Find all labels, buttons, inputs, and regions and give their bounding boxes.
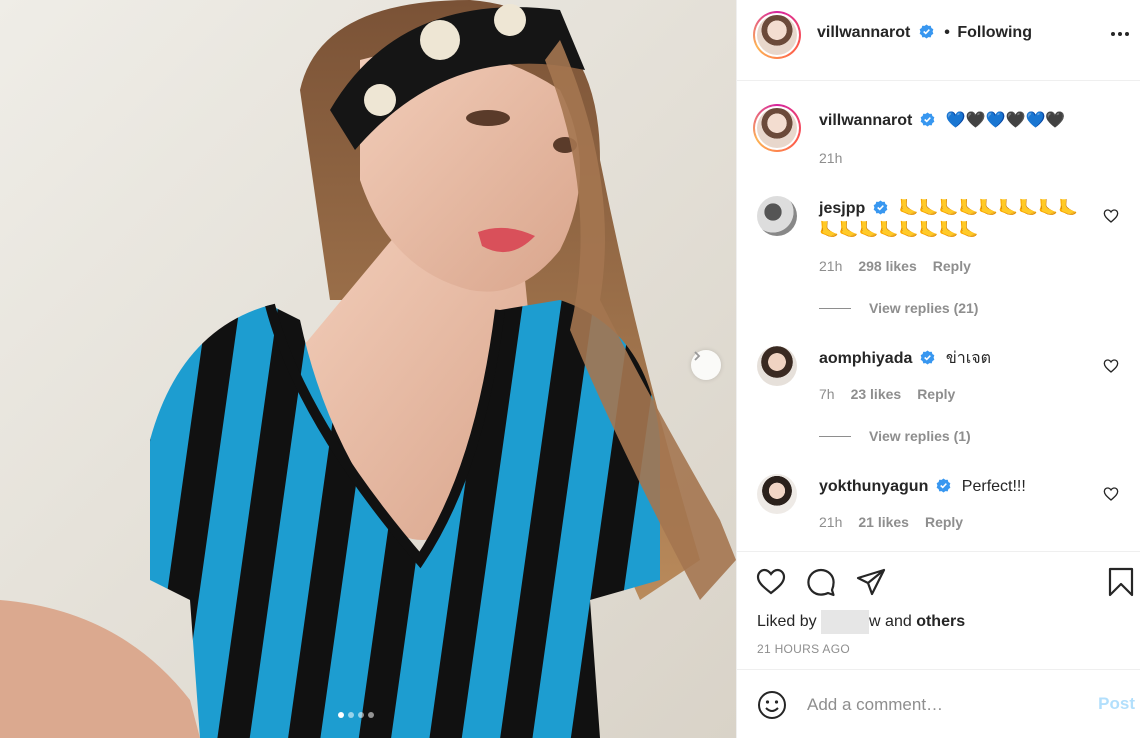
- header-username-line: villwannarot • Following: [817, 24, 1032, 42]
- next-slide-button[interactable]: [691, 350, 721, 380]
- comment-input[interactable]: [807, 692, 1067, 718]
- view-replies-button[interactable]: View replies (1): [819, 428, 971, 444]
- comment-text-block: yokthunyagun Perfect!!!: [819, 476, 1093, 498]
- post-comment-button[interactable]: Post: [1098, 694, 1135, 714]
- heart-icon[interactable]: [755, 566, 787, 598]
- comment-icon[interactable]: [805, 566, 837, 598]
- slide-dot: [368, 712, 374, 718]
- replies-divider: [819, 307, 851, 309]
- comment-text: Perfect!!!: [961, 478, 1026, 495]
- add-comment-bar: Post: [737, 669, 1140, 738]
- post-photo-illustration: [0, 0, 736, 738]
- comment-avatar[interactable]: [757, 474, 797, 514]
- comment-meta: 21h 21 likes Reply: [819, 514, 963, 530]
- reply-button[interactable]: Reply: [925, 514, 963, 530]
- post-sidebar: villwannarot • Following villwannarot 💙🖤…: [736, 0, 1140, 738]
- comment-username[interactable]: yokthunyagun: [819, 478, 928, 495]
- verified-badge-icon: [919, 24, 934, 39]
- view-replies-label: View replies (21): [869, 300, 979, 316]
- slide-dot: [348, 712, 354, 718]
- comment-text: ข่าเจต: [945, 350, 991, 367]
- comment-username[interactable]: aomphiyada: [819, 350, 912, 367]
- post-actions: Liked by w and others 21 HOURS AGO: [737, 551, 1140, 669]
- caption-avatar[interactable]: [753, 104, 801, 152]
- liked-by-line: Liked by w and others: [757, 610, 965, 634]
- liked-by-others[interactable]: others: [916, 613, 965, 630]
- view-replies-button[interactable]: View replies (21): [819, 300, 978, 316]
- comment-avatar[interactable]: [757, 346, 797, 386]
- liked-by-prefix: Liked by: [757, 613, 817, 631]
- bookmark-icon[interactable]: [1105, 566, 1137, 598]
- more-horizontal-icon[interactable]: [1107, 24, 1133, 44]
- comment-time[interactable]: 7h: [819, 386, 835, 402]
- caption-text-line: villwannarot 💙🖤💙🖤💙🖤: [819, 110, 1093, 132]
- slide-dot: [338, 712, 344, 718]
- caption-time[interactable]: 21h: [819, 150, 842, 166]
- smiley-icon[interactable]: [757, 690, 787, 720]
- comment-heart-icon[interactable]: [1103, 486, 1119, 502]
- comment-username[interactable]: jesjpp: [819, 200, 865, 217]
- comment-heart-icon[interactable]: [1103, 208, 1119, 224]
- caption-text: 💙🖤💙🖤💙🖤: [945, 112, 1066, 129]
- header-username[interactable]: villwannarot: [817, 24, 910, 41]
- header-avatar[interactable]: [753, 11, 801, 59]
- liked-by-suffix: w and: [869, 613, 912, 631]
- chevron-right-icon: [694, 351, 701, 361]
- comment-likes[interactable]: 21 likes: [858, 514, 909, 530]
- comment-time[interactable]: 21h: [819, 514, 842, 530]
- view-replies-label: View replies (1): [869, 428, 971, 444]
- comments-list: villwannarot 💙🖤💙🖤💙🖤 21h jesjpp 🦶🦶🦶🦶🦶🦶🦶🦶🦶…: [737, 82, 1140, 550]
- verified-badge-icon: [937, 478, 951, 493]
- following-button[interactable]: Following: [957, 24, 1032, 41]
- verified-badge-icon: [921, 350, 935, 365]
- comment-likes[interactable]: 23 likes: [851, 386, 902, 402]
- post-time[interactable]: 21 HOURS AGO: [757, 642, 850, 656]
- post-photo[interactable]: [0, 0, 736, 738]
- slide-dot: [358, 712, 364, 718]
- comment-text-block: jesjpp 🦶🦶🦶🦶🦶🦶🦶🦶🦶🦶🦶🦶🦶🦶🦶🦶🦶: [819, 198, 1093, 242]
- verified-badge-icon: [921, 112, 935, 127]
- comment-heart-icon[interactable]: [1103, 358, 1119, 374]
- reply-button[interactable]: Reply: [917, 386, 955, 402]
- slide-indicator: [338, 712, 374, 718]
- liked-by-user-redacted[interactable]: [821, 610, 870, 634]
- comment-meta: 21h 298 likes Reply: [819, 258, 971, 274]
- comment-text-block: aomphiyada ข่าเจต: [819, 348, 1093, 370]
- comment-likes[interactable]: 298 likes: [858, 258, 916, 274]
- caption-meta: 21h: [819, 150, 842, 166]
- header-separator: •: [944, 24, 950, 41]
- comment-time[interactable]: 21h: [819, 258, 842, 274]
- verified-badge-icon: [873, 200, 888, 215]
- post-header: villwannarot • Following: [737, 0, 1140, 81]
- share-icon[interactable]: [855, 566, 887, 598]
- reply-button[interactable]: Reply: [933, 258, 971, 274]
- comment-avatar[interactable]: [757, 196, 797, 236]
- comment-meta: 7h 23 likes Reply: [819, 386, 955, 402]
- caption-username[interactable]: villwannarot: [819, 112, 912, 129]
- replies-divider: [819, 435, 851, 437]
